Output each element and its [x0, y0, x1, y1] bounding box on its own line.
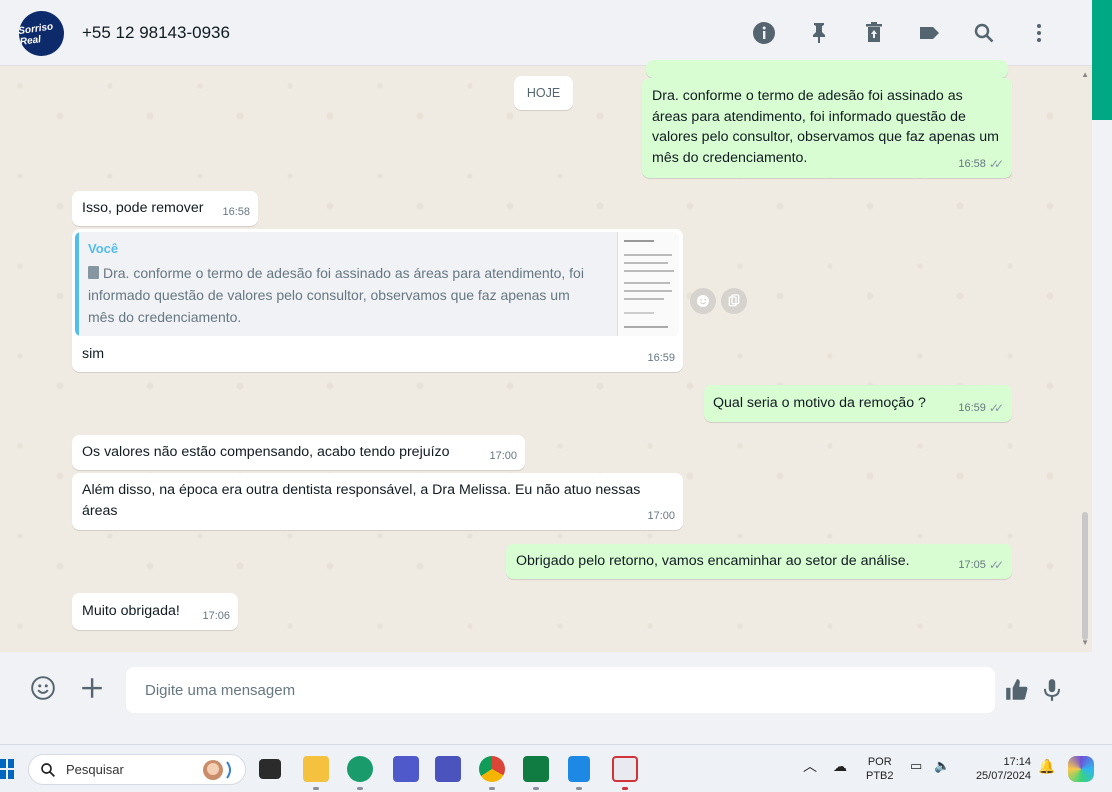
quoted-message[interactable]: Você Dra. conforme o termo de adesão foi…: [75, 232, 679, 336]
microphone-icon[interactable]: [1037, 675, 1067, 705]
lang-top: POR: [867, 756, 892, 768]
message-text: sim: [82, 346, 105, 362]
message-bubble-in[interactable]: Além disso, na época era outra dentista …: [72, 473, 683, 530]
volume-icon[interactable]: 🔈: [934, 759, 950, 773]
quote-text: Dra. conforme o termo de adesão foi assi…: [88, 265, 584, 325]
message-meta: 16:59 ✓✓: [958, 398, 1004, 419]
clock[interactable]: 17:14 25/07/2024: [965, 755, 1031, 783]
read-ticks-icon: ✓✓: [988, 557, 1004, 572]
message-text: Muito obrigada!: [82, 603, 180, 619]
avatar-text: Sorriso Real: [19, 20, 54, 48]
message-text: Além disso, na época era outra dentista …: [82, 482, 641, 519]
window-edge-accent: [1092, 0, 1112, 120]
message-text: Qual seria o motivo da remoção ?: [713, 395, 926, 411]
whatsapp-chat-window: Sorriso Real +55 12 98143-0936 HOJE Dra.…: [0, 0, 1092, 724]
scroll-down-icon[interactable]: ▼: [1081, 638, 1089, 647]
lang-bottom: PTB2: [866, 770, 894, 782]
notification-bell-icon[interactable]: 🔔: [1038, 759, 1055, 773]
task-view-icon[interactable]: [259, 759, 281, 779]
message-meta: 16:58: [222, 202, 250, 223]
quote-author: Você: [88, 241, 119, 256]
edge-icon[interactable]: [347, 756, 373, 782]
chrome-icon[interactable]: [479, 756, 505, 782]
scroll-up-icon[interactable]: ▲: [1081, 70, 1089, 79]
quote-text-wrap: Dra. conforme o termo de adesão foi assi…: [88, 262, 598, 328]
message-bubble-clipped: [646, 60, 1008, 78]
message-time: 16:59: [958, 401, 986, 414]
excel-icon[interactable]: [523, 756, 549, 782]
label-icon[interactable]: [901, 18, 956, 48]
file-explorer-icon[interactable]: [303, 756, 329, 782]
message-composer: [0, 652, 1092, 724]
pin-icon[interactable]: [791, 18, 846, 48]
message-meta: 17:06: [202, 606, 230, 627]
emoji-react-icon[interactable]: [690, 288, 716, 314]
message-bubble-in[interactable]: Os valores não estão compensando, acabo …: [72, 435, 525, 470]
document-icon: [88, 266, 99, 279]
copilot-icon[interactable]: [1068, 756, 1094, 782]
read-ticks-icon: ✓✓: [988, 400, 1004, 415]
message-time: 17:00: [489, 449, 517, 462]
teams-icon[interactable]: [393, 756, 419, 782]
chat-scrollbar[interactable]: [1082, 512, 1088, 640]
message-meta: 16:58 ✓✓: [958, 154, 1004, 175]
network-icon[interactable]: ▭: [910, 759, 922, 773]
clock-time: 17:14: [1003, 756, 1031, 768]
window-edge-pane: [1092, 120, 1112, 732]
thumbs-up-icon[interactable]: [1002, 675, 1032, 705]
clock-date: 25/07/2024: [975, 770, 1031, 782]
taskbar-search[interactable]: Pesquisar: [28, 754, 246, 785]
message-bubble-out[interactable]: Dra. conforme o termo de adesão foi assi…: [642, 78, 1012, 178]
contact-name[interactable]: +55 12 98143-0936: [82, 23, 230, 43]
windows-taskbar: Pesquisar ︿ ☁ POR PTB2 ▭ 🔈 17:14 25/07/2…: [0, 744, 1112, 792]
search-icon[interactable]: [956, 18, 1011, 48]
search-highlight-icon: [203, 760, 231, 780]
message-meta: 17:05 ✓✓: [958, 555, 1004, 576]
message-time: 17:06: [202, 609, 230, 622]
search-icon: [41, 763, 56, 778]
teams-new-icon[interactable]: [435, 756, 461, 782]
windows-start-icon[interactable]: [0, 759, 14, 779]
header-actions: [736, 18, 1066, 48]
message-meta: 16:59: [647, 348, 675, 369]
message-text: Dra. conforme o termo de adesão foi assi…: [652, 88, 1000, 166]
message-time: 17:00: [647, 509, 675, 522]
message-text: Obrigado pelo retorno, vamos encaminhar …: [516, 553, 910, 569]
message-time: 16:59: [647, 351, 675, 364]
document-thumbnail: [617, 232, 679, 336]
message-meta: 17:00: [489, 446, 517, 467]
message-time: 16:58: [958, 157, 986, 170]
notepad-icon[interactable]: [568, 756, 590, 782]
contact-avatar[interactable]: Sorriso Real: [19, 11, 64, 56]
onedrive-offline-icon[interactable]: ☁: [833, 759, 847, 773]
language-indicator[interactable]: POR PTB2: [866, 755, 894, 783]
read-ticks-icon: ✓✓: [988, 156, 1004, 171]
message-bubble-in[interactable]: Isso, pode remover 16:58: [72, 191, 258, 226]
forward-icon[interactable]: [721, 288, 747, 314]
emoji-icon[interactable]: [28, 673, 58, 703]
snipping-tool-icon[interactable]: [612, 756, 638, 782]
message-bubble-out[interactable]: Qual seria o motivo da remoção ? 16:59 ✓✓: [704, 385, 1012, 422]
chat-header: Sorriso Real +55 12 98143-0936: [0, 0, 1092, 66]
message-time: 16:58: [222, 205, 250, 218]
message-time: 17:05: [958, 558, 986, 571]
quote-bar: [75, 232, 79, 336]
message-bubble-in[interactable]: Muito obrigada! 17:06: [72, 593, 238, 630]
message-bubble-out[interactable]: Obrigado pelo retorno, vamos encaminhar …: [506, 544, 1012, 579]
more-icon[interactable]: [1011, 18, 1066, 48]
date-chip: HOJE: [514, 76, 573, 110]
message-input[interactable]: [126, 667, 995, 713]
message-text: Isso, pode remover: [82, 200, 204, 216]
message-meta: 17:00: [647, 506, 675, 527]
attach-plus-icon[interactable]: [77, 673, 107, 703]
search-label: Pesquisar: [66, 762, 124, 777]
info-icon[interactable]: [736, 18, 791, 48]
delete-icon[interactable]: [846, 18, 901, 48]
tray-chevron-icon[interactable]: ︿: [803, 759, 817, 773]
message-text: Os valores não estão compensando, acabo …: [82, 444, 450, 460]
